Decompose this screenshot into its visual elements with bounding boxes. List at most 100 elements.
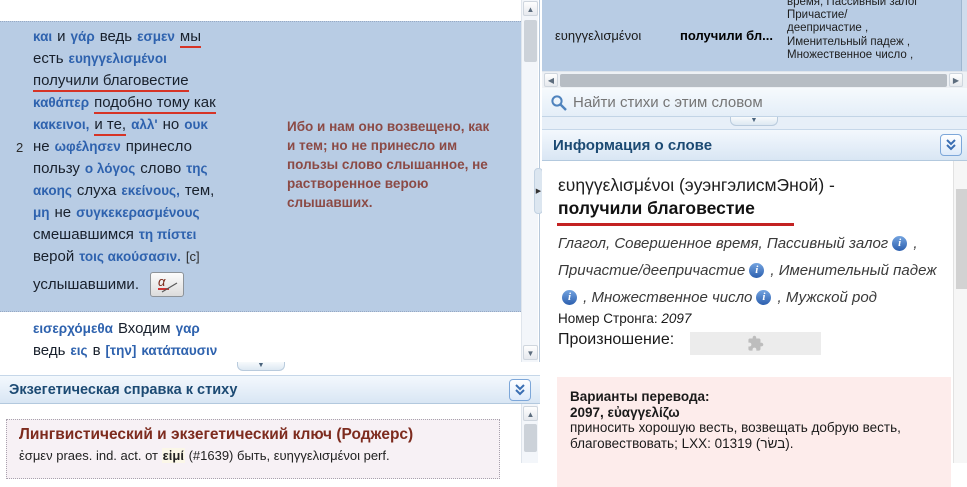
interlinear-token[interactable]: μη <box>33 205 50 220</box>
interlinear-text: καιиγάρведь εσμενмы есть ευηγγελισμένοι полу… <box>33 26 281 297</box>
interlinear-token[interactable]: αλλ' <box>131 117 158 132</box>
search-input[interactable] <box>573 91 953 113</box>
interlinear-token[interactable]: της <box>186 161 207 176</box>
exeg-reference-box: Лингвистический и экзегетический ключ (Р… <box>6 419 500 479</box>
interlinear-token[interactable]: ο λόγος <box>85 161 135 176</box>
interlinear-token[interactable]: слово <box>140 160 181 177</box>
info-panel-header: Информация о слове <box>542 129 967 161</box>
alpha-underline-icon: α <box>153 273 181 294</box>
interlinear-token[interactable]: есть <box>33 50 64 67</box>
interlinear-token[interactable]: κακεινοι, <box>33 117 89 132</box>
interlinear-token[interactable]: тем, <box>185 182 215 199</box>
interlinear-token[interactable]: получили благовестие <box>33 72 189 92</box>
left-splitter-tab[interactable]: ▼ <box>237 362 285 371</box>
scroll-up-icon[interactable]: ▲ <box>523 406 538 421</box>
scrollbar-thumb[interactable] <box>956 189 967 289</box>
footnote-marker[interactable]: [c] <box>186 249 200 264</box>
info-collapse-button[interactable] <box>940 134 962 156</box>
interlinear-line: есть ευηγγελισμένοι <box>33 48 281 70</box>
interlinear-line: получили благовестие <box>33 70 281 92</box>
info-icon[interactable]: i <box>892 236 907 251</box>
grammar-separator: , <box>773 289 786 306</box>
interlinear-token[interactable]: ведь <box>33 342 65 359</box>
exeg-source-title: Лингвистический и экзегетический ключ (Р… <box>19 425 487 445</box>
interlinear-token[interactable]: ευηγγελισμένοι <box>69 51 167 66</box>
interlinear-token[interactable]: εισερχόμεθα <box>33 321 113 336</box>
interlinear-token[interactable]: не <box>33 138 50 155</box>
interlinear-token[interactable]: в <box>93 342 101 359</box>
info-icon[interactable]: i <box>749 263 764 278</box>
variants-text: приносить хорошую весть, возвещать добру… <box>570 420 939 451</box>
selected-verse-block[interactable]: 2 καιиγάρведьεσμενмыестьευηγγελισμένοιпо… <box>0 21 521 312</box>
variants-entry: 2097, εὐαγγελίζω <box>570 405 939 421</box>
interlinear-token[interactable]: συγκεκερασμένους <box>76 205 199 220</box>
pronunciation-plugin-placeholder[interactable] <box>690 332 821 355</box>
word-table-row[interactable]: ευηγγελισμένοι получили бл... время, Пас… <box>542 0 967 71</box>
scrollbar-thumb[interactable] <box>524 20 537 62</box>
scrollbar-thumb[interactable] <box>560 74 947 87</box>
grammar-segment: Мужской род <box>786 289 877 306</box>
interlinear-token[interactable]: καθάπερ <box>33 95 89 110</box>
interlinear-line: не ωφέλησεν принесло <box>33 136 281 158</box>
exeg-line-prefix: ἐσμεν praes. ind. act. от <box>19 448 162 463</box>
grammar-segment: Причастие/деепричастие <box>558 262 745 279</box>
alpha-variant-button[interactable]: α <box>150 272 184 297</box>
grammar-segment: Именительный падеж <box>779 262 937 279</box>
right-splitter-tab[interactable]: ▼ <box>730 117 778 126</box>
interlinear-token[interactable]: εσμεν <box>137 29 175 44</box>
info-scrollbar[interactable] <box>953 161 967 463</box>
interlinear-token[interactable]: ουκ <box>184 117 208 132</box>
scroll-down-icon[interactable]: ▼ <box>523 345 538 360</box>
interlinear-token[interactable]: не <box>55 204 72 221</box>
interlinear-token[interactable]: услышавшими. <box>33 276 139 293</box>
interlinear-token[interactable]: но <box>163 116 180 133</box>
interlinear-token[interactable]: принесло <box>126 138 192 155</box>
scroll-left-icon[interactable]: ◀ <box>544 73 558 87</box>
info-icon[interactable]: i <box>562 290 577 305</box>
interlinear-token[interactable]: и те, <box>94 116 126 136</box>
interlinear-token[interactable]: εκείνους, <box>121 183 179 198</box>
row-grammar-line: Причастие/ <box>787 9 959 22</box>
exeg-scrollbar[interactable]: ▲ <box>521 404 538 463</box>
scroll-up-icon[interactable]: ▲ <box>523 1 538 16</box>
next-verse-text: εισερχόμεθα Входим γαρ ведьειςв [την] κατάπαυ… <box>33 318 333 362</box>
exeg-entry-line: ἐσμεν praes. ind. act. от εἰμί (#1639) б… <box>19 448 487 463</box>
word-translation-title: получили благовестие <box>558 198 755 219</box>
grammar-segment: Множественное число <box>592 289 753 306</box>
interlinear-token[interactable]: и <box>57 28 65 45</box>
info-icon[interactable]: i <box>756 290 771 305</box>
interlinear-line: верой τοις ακούσασιν. [c] <box>33 246 281 268</box>
interlinear-token[interactable]: και <box>33 29 52 44</box>
row-translation: получили бл... <box>680 28 773 43</box>
interlinear-token[interactable]: Входим <box>118 320 171 337</box>
interlinear-token[interactable]: ωφέλησεν <box>55 139 121 154</box>
interlinear-panel: 2 καιиγάρведьεσμενмыестьευηγγελισμένοιпо… <box>0 0 540 362</box>
interlinear-token[interactable]: εις <box>70 343 87 358</box>
scroll-right-icon[interactable]: ▶ <box>949 73 963 87</box>
interlinear-token[interactable]: τοις ακούσασιν. <box>79 249 181 264</box>
interlinear-token[interactable]: γάρ <box>71 29 95 44</box>
scrollbar-thumb[interactable] <box>524 424 537 452</box>
interlinear-token[interactable]: κατάπαυσιν <box>141 343 217 358</box>
row-horizontal-scrollbar[interactable]: ◀ ▶ <box>542 71 967 88</box>
interlinear-token[interactable]: τη πίστει <box>139 227 197 242</box>
interlinear-token[interactable]: слуха <box>77 182 116 199</box>
interlinear-token[interactable]: γαρ <box>176 321 200 336</box>
interlinear-token[interactable]: мы <box>180 28 201 48</box>
interlinear-token[interactable]: смешавшимся <box>33 226 134 243</box>
word-grammar-line: Глагол, Совершенное время, Пассивный зал… <box>558 230 952 311</box>
interlinear-token[interactable]: ακοης <box>33 183 72 198</box>
row-grammar-line: Именительный падеж , <box>787 36 959 49</box>
interlinear-token[interactable]: подобно тому как <box>94 94 216 114</box>
search-icon <box>550 94 568 117</box>
row-right-edge <box>962 0 967 71</box>
interlinear-line: ακοης слуха εκείνους, тем, <box>33 180 281 202</box>
interlinear-token[interactable]: ведь <box>100 28 132 45</box>
interlinear-token[interactable]: верой <box>33 248 74 265</box>
interlinear-token[interactable]: [την] <box>106 343 137 358</box>
grammar-separator: , <box>766 262 779 279</box>
variants-title: Варианты перевода: <box>570 389 939 405</box>
exeg-collapse-button[interactable] <box>509 379 531 401</box>
interlinear-token[interactable]: пользу <box>33 160 80 177</box>
grammar-segment: Глагол, Совершенное время, Пассивный зал… <box>558 235 888 252</box>
